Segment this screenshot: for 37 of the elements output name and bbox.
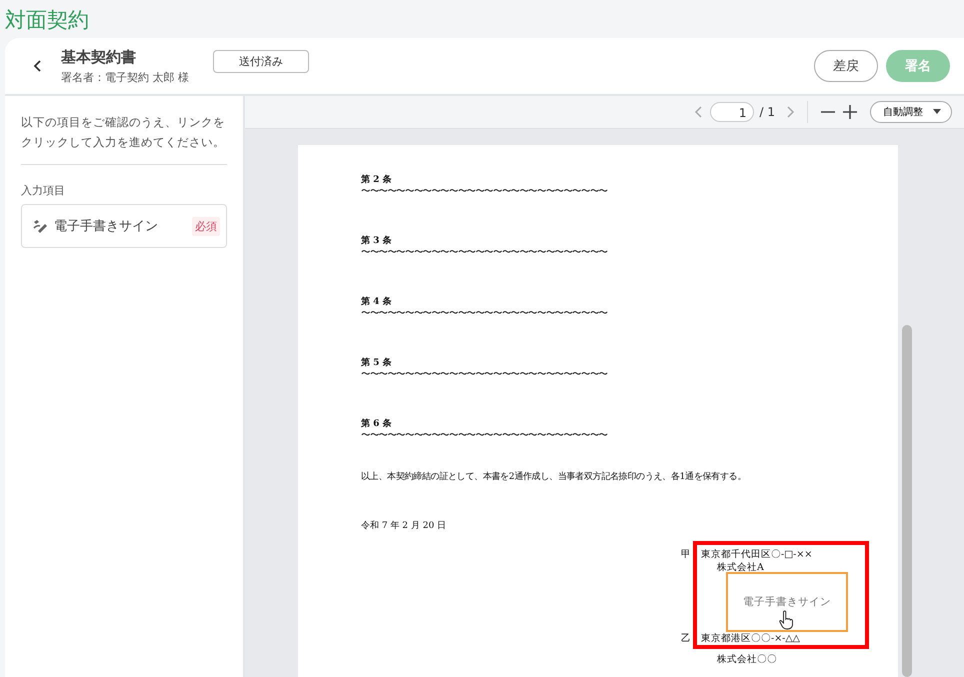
article-heading: 第 2 条 bbox=[361, 174, 393, 186]
article-heading: 第 6 条 bbox=[361, 418, 393, 430]
closing-text: 以上、本契約締結の証として、本書を2通作成し、当事者双方記名捺印のうえ、各1通を保有する。 bbox=[361, 470, 747, 483]
article-heading: 第 3 条 bbox=[361, 234, 393, 247]
article-body: 〜〜〜〜〜〜〜〜〜〜〜〜〜〜〜〜〜〜〜〜〜〜〜〜〜〜〜〜 bbox=[361, 369, 608, 381]
article-heading: 第 4 条 bbox=[361, 296, 393, 308]
party-mark: 乙 bbox=[681, 632, 692, 646]
zoom-dropdown[interactable]: 自動調整 bbox=[870, 101, 952, 123]
item-label: 電子手書きサイン bbox=[54, 218, 159, 235]
zoom-in-icon[interactable] bbox=[842, 104, 858, 120]
page-field[interactable]: 1 bbox=[710, 102, 754, 122]
status-tag: 送付済み bbox=[213, 50, 309, 72]
signer-name: 署名者：電子契約 太郎 様 bbox=[61, 70, 189, 84]
back-button[interactable] bbox=[33, 59, 43, 73]
instructions-text: 以下の項目をご確認のうえ、リンクをクリックして入力を進めてください。 bbox=[21, 96, 227, 165]
page-total: / 1 bbox=[760, 105, 775, 119]
article-heading: 第 5 条 bbox=[361, 356, 393, 369]
input-item[interactable]: 電子手書きサイン 必須 bbox=[21, 204, 227, 248]
article-body: 〜〜〜〜〜〜〜〜〜〜〜〜〜〜〜〜〜〜〜〜〜〜〜〜〜〜〜〜 bbox=[361, 247, 608, 259]
section-label: 入力項目 bbox=[21, 183, 66, 198]
pen-icon bbox=[32, 218, 48, 234]
party-company: 株式会社A bbox=[716, 561, 765, 574]
required-badge: 必須 bbox=[192, 216, 220, 236]
party-address: 東京都港区〇〇-×-△△ bbox=[701, 632, 800, 645]
contract-date: 令和 7 年 2 月 20 日 bbox=[361, 520, 448, 532]
return-button[interactable]: 差戻 bbox=[814, 50, 878, 82]
party-mark: 甲 bbox=[681, 548, 692, 562]
article-body: 〜〜〜〜〜〜〜〜〜〜〜〜〜〜〜〜〜〜〜〜〜〜〜〜〜〜〜〜 bbox=[361, 186, 608, 198]
document-title: 基本契約書 bbox=[61, 48, 137, 66]
party-address: 東京都千代田区〇-□-×× bbox=[701, 548, 812, 561]
party-company: 株式会社〇〇 bbox=[716, 653, 778, 666]
article-body: 〜〜〜〜〜〜〜〜〜〜〜〜〜〜〜〜〜〜〜〜〜〜〜〜〜〜〜〜 bbox=[361, 308, 608, 320]
app-title: 対面契約 bbox=[4, 7, 90, 34]
caret-icon bbox=[933, 109, 941, 115]
signature-field[interactable]: 電子手書きサイン bbox=[726, 572, 848, 632]
article-body: 〜〜〜〜〜〜〜〜〜〜〜〜〜〜〜〜〜〜〜〜〜〜〜〜〜〜〜〜 bbox=[361, 430, 608, 442]
hand-cursor-icon bbox=[779, 610, 794, 630]
